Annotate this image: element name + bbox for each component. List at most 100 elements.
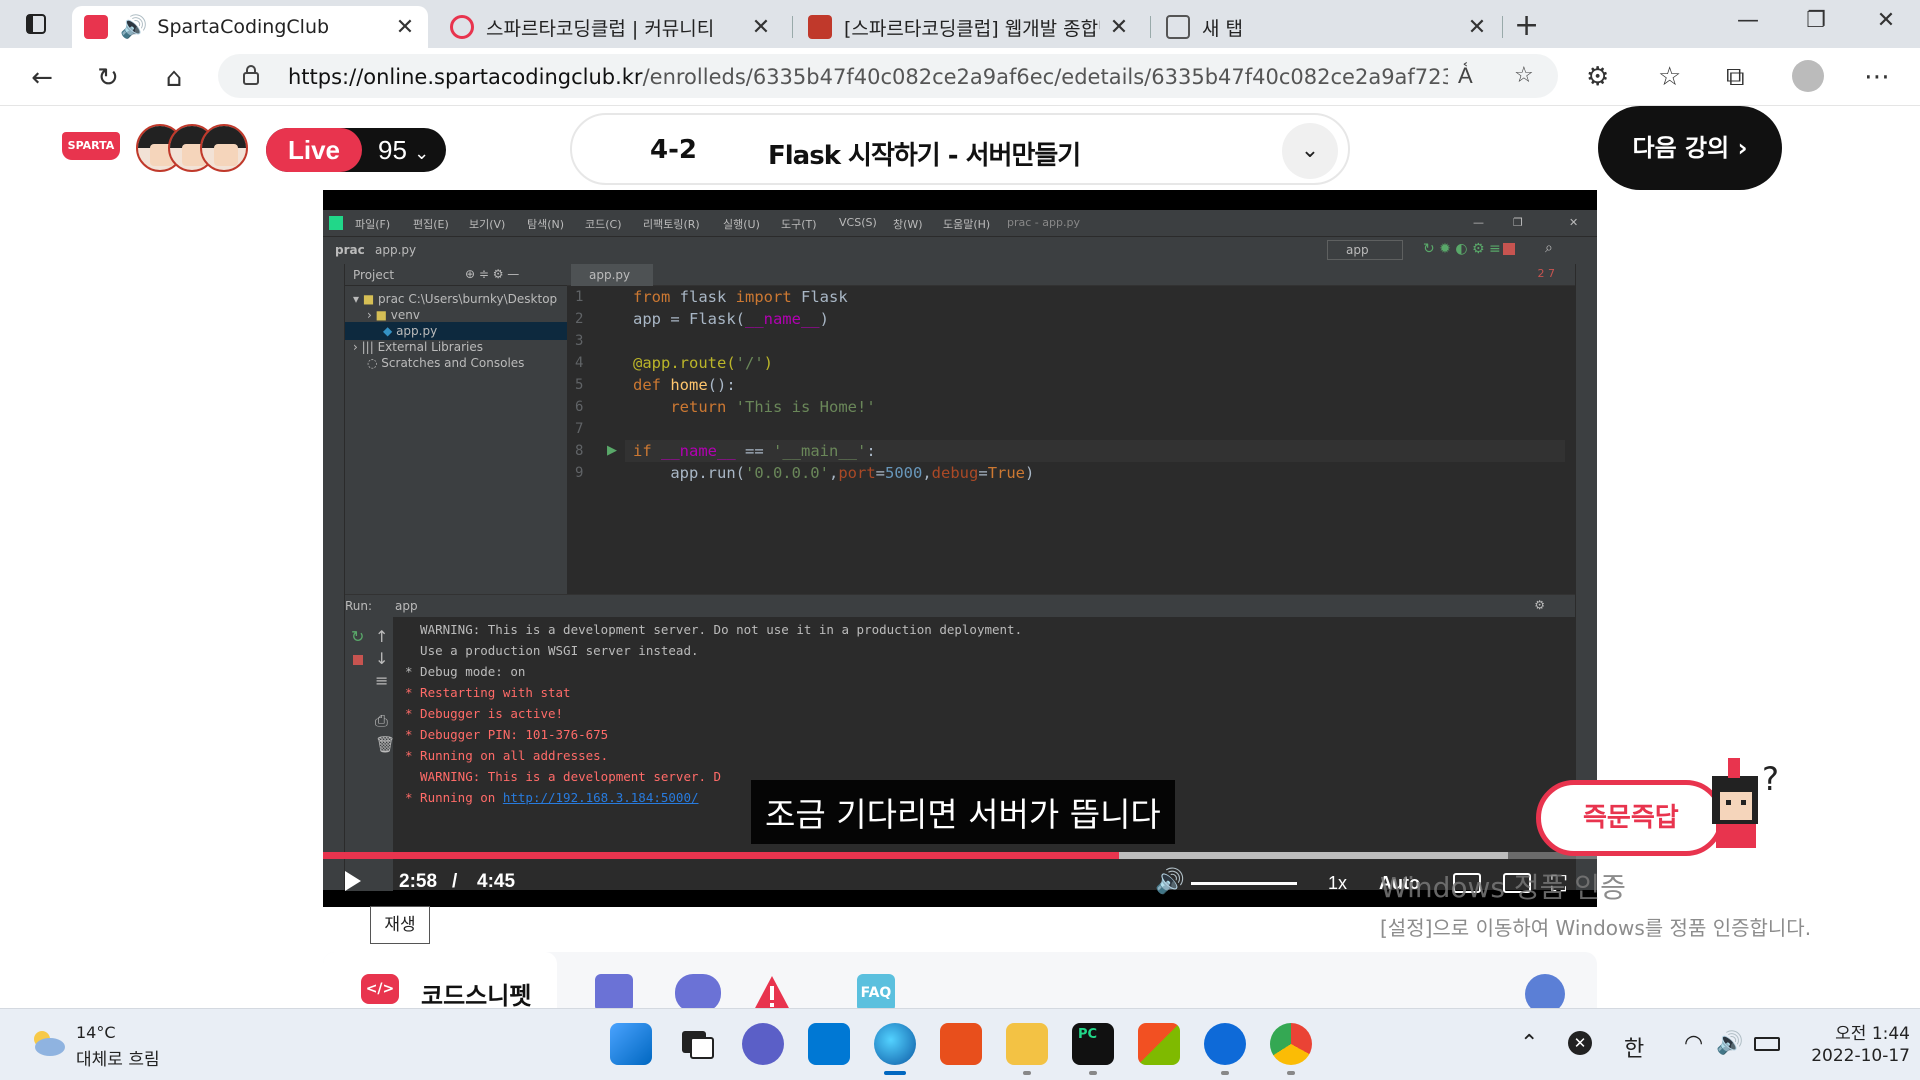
output-line: * Debugger PIN: 101-376-675 bbox=[405, 727, 609, 742]
line-number: 9 bbox=[575, 465, 584, 481]
bottom-tool-panel: </> 코드스니펫 FAQ bbox=[323, 952, 1597, 1014]
video-player[interactable]: 파일(F) 편집(E) 보기(V) 탐색(N) 코드(C) 리팩토링(R) 실행… bbox=[323, 190, 1597, 907]
ide-left-toolwindow-strip bbox=[323, 264, 345, 890]
video-progress-bar[interactable] bbox=[323, 852, 1597, 859]
minimize-button[interactable]: — bbox=[1728, 8, 1768, 33]
output-line: Use a production WSGI server instead. bbox=[405, 643, 699, 658]
chrome-icon[interactable] bbox=[1270, 1023, 1312, 1075]
file-explorer-icon[interactable] bbox=[1006, 1023, 1048, 1075]
pycharm-icon bbox=[329, 216, 343, 230]
close-icon[interactable]: ✕ bbox=[1466, 15, 1488, 40]
chat-icon[interactable] bbox=[742, 1023, 784, 1065]
code-snippet-label: 코드스니펫 bbox=[421, 982, 532, 1010]
app-tray-icon[interactable]: ✕ bbox=[1568, 1031, 1592, 1055]
menu-item: 코드(C) bbox=[585, 218, 622, 231]
menu-item: 도구(T) bbox=[781, 218, 817, 231]
run-config-select: app bbox=[1327, 240, 1403, 260]
chevron-down-icon: ⌄ bbox=[414, 143, 430, 163]
window-close-button[interactable]: ✕ bbox=[1866, 8, 1906, 33]
reload-button[interactable]: ↻ bbox=[90, 60, 126, 96]
code-snippet-tab[interactable]: </> 코드스니펫 bbox=[323, 952, 557, 1012]
audio-playing-icon[interactable]: 🔊 bbox=[120, 15, 147, 40]
volume-icon[interactable]: 🔊 bbox=[1716, 1031, 1743, 1056]
menu-item: 리팩토링(R) bbox=[643, 218, 700, 231]
line-number: 7 bbox=[575, 421, 584, 437]
ime-indicator[interactable]: 한 bbox=[1624, 1031, 1644, 1063]
gear-icon: ⚙ bbox=[1534, 598, 1545, 612]
chat-icon[interactable] bbox=[675, 974, 721, 1012]
pycharm-icon[interactable]: PC bbox=[1072, 1023, 1114, 1075]
add-favorite-icon[interactable]: ☆ bbox=[1514, 63, 1534, 88]
line-number: 4 bbox=[575, 355, 584, 371]
volume-icon[interactable]: 🔊 bbox=[1155, 867, 1185, 896]
favorites-icon[interactable]: ☆ bbox=[1658, 62, 1681, 92]
mascot-icon[interactable]: ? bbox=[1702, 754, 1782, 854]
lesson-number: 4-2 bbox=[650, 135, 697, 165]
ide-project-panel: Project ⊕ ≑ ⚙ — ▾ ■ prac C:\Users\burnky… bbox=[345, 264, 567, 594]
url-text[interactable]: https://online.spartacodingclub.kr/enrol… bbox=[288, 65, 1448, 89]
office-icon[interactable] bbox=[940, 1023, 982, 1065]
run-label: Run: bbox=[345, 599, 373, 613]
system-clock[interactable]: 오전 1:44 2022-10-17 bbox=[1800, 1023, 1910, 1067]
output-line: * Restarting with stat bbox=[405, 685, 571, 700]
checklist-icon[interactable] bbox=[595, 974, 633, 1012]
play-icon[interactable] bbox=[345, 871, 361, 891]
wifi-icon[interactable]: ◠ bbox=[1684, 1031, 1703, 1056]
task-view-icon[interactable] bbox=[676, 1023, 718, 1065]
menu-item: 도움말(H) bbox=[943, 218, 991, 231]
extensions-icon[interactable]: ⚙ bbox=[1586, 62, 1609, 92]
played-bar bbox=[323, 852, 1120, 859]
volume-slider[interactable] bbox=[1191, 882, 1297, 885]
url-field[interactable]: https://online.spartacodingclub.kr/enrol… bbox=[218, 54, 1558, 98]
collections-icon[interactable]: ⧉ bbox=[1726, 62, 1745, 93]
menu-item: 탐색(N) bbox=[527, 218, 565, 231]
tab-title: 새 탭 bbox=[1202, 17, 1243, 40]
playback-speed-button[interactable]: 1x bbox=[1328, 873, 1347, 894]
sparta-logo[interactable]: SPARTA bbox=[62, 132, 120, 160]
code-line: if __name__ == '__main__': bbox=[633, 442, 876, 460]
next-lesson-button[interactable]: 다음 강의 › bbox=[1598, 106, 1782, 190]
new-tab-button[interactable]: + bbox=[1514, 8, 1539, 43]
editor-tab: app.py bbox=[571, 264, 653, 286]
instant-qa-button[interactable]: 즉문즉답 bbox=[1536, 780, 1724, 856]
stop-icon bbox=[1503, 243, 1515, 255]
tab-community[interactable]: 스파르타코딩클럽 | 커뮤니티 ✕ bbox=[438, 6, 784, 48]
tab-course[interactable]: [스파르타코딩클럽] 웹개발 종합반 ✕ bbox=[796, 6, 1142, 48]
teamviewer-icon[interactable] bbox=[1204, 1023, 1246, 1075]
warning-icon[interactable] bbox=[753, 974, 791, 1012]
live-viewers-button[interactable]: Live 95 ⌄ bbox=[266, 128, 446, 172]
settings-menu-icon[interactable]: ⋯ bbox=[1864, 62, 1890, 92]
close-icon[interactable]: ✕ bbox=[394, 15, 416, 40]
start-icon[interactable] bbox=[610, 1023, 652, 1065]
tab-title: [스파르타코딩클럽] 웹개발 종합반 bbox=[844, 17, 1100, 40]
close-icon[interactable]: ✕ bbox=[1108, 15, 1130, 40]
read-aloud-icon[interactable]: A᷾ bbox=[1458, 63, 1473, 89]
edge-icon[interactable] bbox=[874, 1023, 916, 1075]
address-bar-row: ← ↻ ⌂ https://online.spartacodingclub.kr… bbox=[0, 48, 1920, 106]
duration: 4:45 bbox=[477, 871, 516, 892]
tab-actions-icon[interactable] bbox=[14, 10, 58, 38]
windows-taskbar: 14°C 대체로 흐림 PC ⌃ ✕ 한 ◠ 🔊 오전 1:44 2022-10… bbox=[0, 1008, 1920, 1080]
code-icon: </> bbox=[361, 974, 399, 1004]
mail-icon[interactable] bbox=[808, 1023, 850, 1065]
close-icon[interactable]: ✕ bbox=[750, 15, 772, 40]
ide-minimize-icon: — bbox=[1473, 216, 1484, 229]
lock-icon[interactable] bbox=[242, 64, 260, 86]
chevron-down-icon[interactable]: ⌄ bbox=[1282, 123, 1338, 179]
back-button[interactable]: ← bbox=[24, 60, 60, 96]
faq-icon[interactable]: FAQ bbox=[857, 974, 895, 1012]
home-button[interactable]: ⌂ bbox=[156, 60, 192, 96]
profile-avatar[interactable] bbox=[1792, 60, 1824, 92]
time-separator: / bbox=[452, 871, 458, 892]
maximize-button[interactable]: ❐ bbox=[1796, 8, 1836, 33]
code-line: from flask import Flask bbox=[633, 288, 848, 306]
battery-icon[interactable] bbox=[1754, 1037, 1780, 1051]
tab-new[interactable]: 새 탭 ✕ bbox=[1154, 6, 1500, 48]
output-line: * Debugger is active! bbox=[405, 706, 564, 721]
store-icon[interactable] bbox=[1138, 1023, 1180, 1065]
lesson-selector[interactable]: 4-2 Flask 시작하기 - 서버만들기 ⌄ bbox=[570, 113, 1350, 185]
lesson-title: Flask 시작하기 - 서버만들기 bbox=[768, 141, 1081, 171]
tab-spartacodingclub[interactable]: 🔊 SpartaCodingClub ✕ bbox=[72, 6, 428, 48]
chevron-up-icon[interactable]: ⌃ bbox=[1520, 1031, 1538, 1056]
